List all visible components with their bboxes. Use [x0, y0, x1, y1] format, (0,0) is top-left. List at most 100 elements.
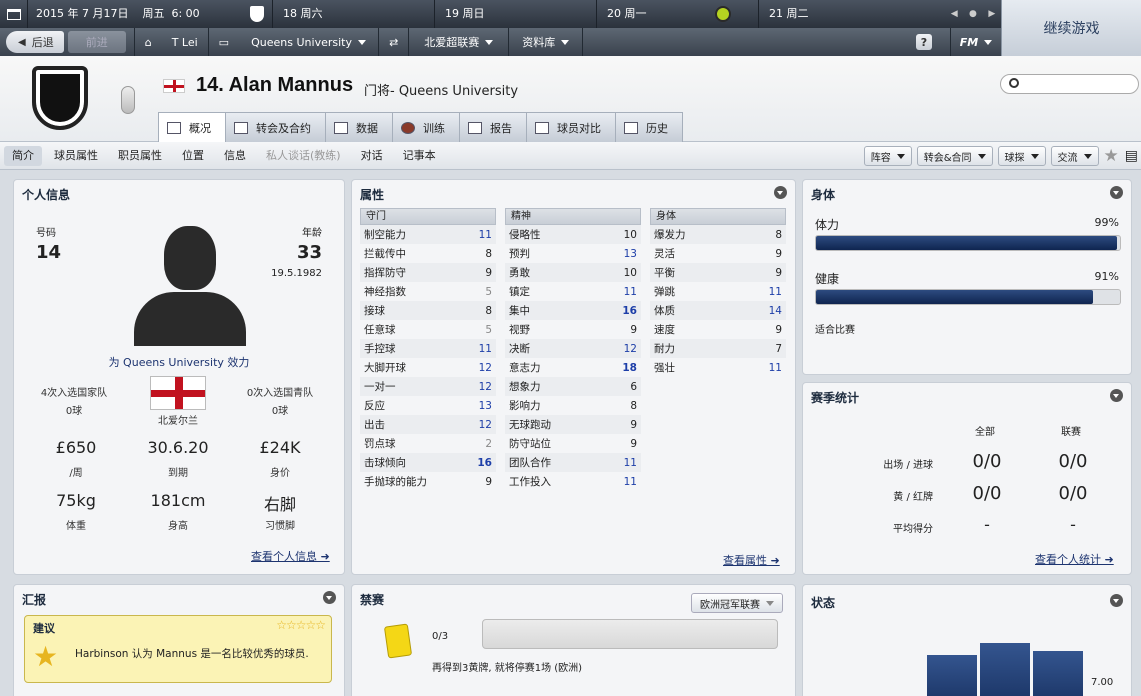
manager-menu[interactable]: T Lei [162, 28, 209, 56]
attribute-value: 5 [485, 323, 492, 336]
attribute-row[interactable]: 神经指数 5 [360, 282, 496, 301]
panel-menu-icon[interactable] [323, 591, 336, 604]
tab-report[interactable]: 报告 [459, 112, 527, 142]
star-icon[interactable]: ★ [1104, 146, 1119, 166]
attribute-row[interactable]: 团队合作 11 [505, 453, 641, 472]
attribute-row[interactable]: 耐力 7 [650, 339, 786, 358]
attribute-row[interactable]: 工作投入 11 [505, 472, 641, 491]
attribute-row[interactable]: 大脚开球 12 [360, 358, 496, 377]
attribute-value: 12 [478, 418, 492, 431]
subtab-profile[interactable]: 简介 [4, 145, 42, 166]
transfer-contract-button[interactable]: 转会&合同 [916, 146, 993, 166]
panel-menu-icon[interactable] [1110, 594, 1123, 607]
forward-button[interactable]: 前进 [67, 31, 126, 53]
subtab-staff-attributes[interactable]: 职员属性 [110, 146, 170, 166]
competition-dropdown[interactable]: 欧洲冠军联赛 [691, 593, 783, 613]
tab-overview[interactable]: 概况 [158, 112, 226, 142]
calendar-icon[interactable] [0, 0, 28, 28]
attribute-row[interactable]: 任意球 5 [360, 320, 496, 339]
dot-icon[interactable]: ● [969, 9, 977, 19]
attribute-value: 9 [630, 418, 637, 431]
attribute-row[interactable]: 平衡 9 [650, 263, 786, 282]
caret-down-icon [896, 153, 905, 159]
subtab-notebook[interactable]: 记事本 [395, 146, 444, 166]
attribute-row[interactable]: 体质 14 [650, 301, 786, 320]
attribute-row[interactable]: 意志力 18 [505, 358, 641, 377]
continue-button[interactable]: 继续游戏 [1001, 0, 1141, 56]
calendar-day-18[interactable]: 18 周六 [273, 0, 435, 28]
view-personal-stats-link[interactable]: 查看个人统计 ➜ [1035, 551, 1114, 567]
attribute-row[interactable]: 手抛球的能力 9 [360, 472, 496, 491]
league-menu[interactable]: 北爱超联赛 [409, 28, 510, 56]
attribute-name: 出击 [364, 419, 385, 431]
inbox-icon[interactable]: ▭ [209, 28, 239, 56]
next-icon[interactable]: ▶ [988, 9, 995, 19]
home-icon[interactable]: ⌂ [135, 28, 162, 56]
back-button[interactable]: ◀ 后退 [6, 31, 64, 53]
attribute-row[interactable]: 镇定 11 [505, 282, 641, 301]
prev-icon[interactable]: ◀ [951, 9, 958, 19]
attribute-row[interactable]: 决断 12 [505, 339, 641, 358]
attribute-row[interactable]: 罚点球 2 [360, 434, 496, 453]
scout-button[interactable]: 球探 [997, 146, 1046, 166]
subtab-positions[interactable]: 位置 [174, 146, 212, 166]
panel-menu-icon[interactable] [1110, 389, 1123, 402]
calendar-day-21[interactable]: 21 周二 [759, 0, 909, 28]
subtab-conversation[interactable]: 对话 [353, 146, 391, 166]
player-switch-spinner[interactable] [121, 86, 135, 114]
attribute-row[interactable]: 视野 9 [505, 320, 641, 339]
tab-stats[interactable]: 数据 [325, 112, 393, 142]
interact-button[interactable]: 交流 [1050, 146, 1099, 166]
swap-icon[interactable]: ⇄ [379, 28, 410, 56]
add-note-icon[interactable]: ▤ [1125, 148, 1138, 164]
help-button[interactable]: ? [916, 34, 932, 50]
tab-history[interactable]: 历史 [615, 112, 683, 142]
attribute-name: 速度 [654, 324, 675, 336]
panel-title: 汇报 [22, 593, 47, 607]
attribute-row[interactable]: 反应 13 [360, 396, 496, 415]
view-attributes-link[interactable]: 查看属性 ➜ [723, 552, 780, 568]
tab-training[interactable]: 训练 [392, 112, 460, 142]
attribute-row[interactable]: 想象力 6 [505, 377, 641, 396]
attribute-row[interactable]: 拦截传中 8 [360, 244, 496, 263]
calendar-day-19[interactable]: 19 周日 [435, 0, 597, 28]
fm-menu[interactable]: FM [951, 28, 1001, 56]
panel-menu-icon[interactable] [774, 186, 787, 199]
attribute-row[interactable]: 集中 16 [505, 301, 641, 320]
panel-menu-icon[interactable] [1110, 186, 1123, 199]
attribute-name: 击球倾向 [364, 457, 406, 469]
wage-label: /周 [69, 468, 83, 479]
attribute-row[interactable]: 爆发力 8 [650, 225, 786, 244]
attribute-row[interactable]: 无球跑动 9 [505, 415, 641, 434]
attribute-row[interactable]: 出击 12 [360, 415, 496, 434]
club-menu[interactable]: Queens University [239, 28, 380, 56]
subtab-player-attributes[interactable]: 球员属性 [46, 146, 106, 166]
attribute-row[interactable]: 一对一 12 [360, 377, 496, 396]
attribute-row[interactable]: 弹跳 11 [650, 282, 786, 301]
attribute-row[interactable]: 手控球 11 [360, 339, 496, 358]
attribute-value: 10 [623, 228, 637, 241]
attribute-row[interactable]: 接球 8 [360, 301, 496, 320]
button-label: 交流 [1057, 152, 1078, 164]
database-menu[interactable]: 资料库 [509, 28, 584, 56]
attribute-row[interactable]: 防守站位 9 [505, 434, 641, 453]
tab-compare[interactable]: 球员对比 [526, 112, 616, 142]
squad-button[interactable]: 阵容 [863, 146, 912, 166]
attribute-row[interactable]: 勇敢 10 [505, 263, 641, 282]
attribute-row[interactable]: 速度 9 [650, 320, 786, 339]
view-personal-info-link[interactable]: 查看个人信息 ➜ [251, 548, 330, 564]
attribute-row[interactable]: 预判 13 [505, 244, 641, 263]
attribute-row[interactable]: 强壮 11 [650, 358, 786, 377]
subtab-info[interactable]: 信息 [216, 146, 254, 166]
attribute-row[interactable]: 制空能力 11 [360, 225, 496, 244]
attribute-row[interactable]: 击球倾向 16 [360, 453, 496, 472]
attribute-row[interactable]: 灵活 9 [650, 244, 786, 263]
attribute-row[interactable]: 侵略性 10 [505, 225, 641, 244]
attribute-row[interactable]: 影响力 8 [505, 396, 641, 415]
attribute-value: 11 [478, 228, 492, 241]
calendar-day-20[interactable]: 20 周一 [597, 0, 759, 28]
attribute-row[interactable]: 指挥防守 9 [360, 263, 496, 282]
tab-contract[interactable]: 转会及合约 [225, 112, 326, 142]
search-input[interactable] [1000, 74, 1139, 94]
attribute-name: 体质 [654, 305, 675, 317]
